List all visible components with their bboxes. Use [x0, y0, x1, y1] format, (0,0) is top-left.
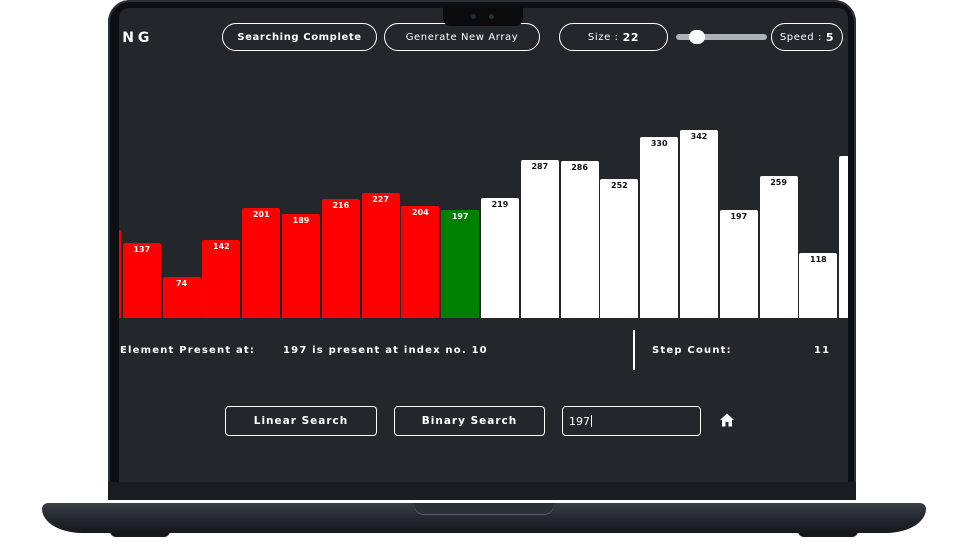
text-caret [591, 415, 592, 427]
array-bar: 118 [799, 253, 838, 318]
bar-value-label: 189 [292, 216, 310, 225]
size-label: Size : [587, 31, 619, 43]
array-bar: 330 [640, 137, 679, 318]
bar-value-label: 216 [332, 201, 350, 210]
speed-label: Speed : [779, 31, 822, 43]
element-present-value: 197 is present at index no. 10 [283, 345, 488, 356]
size-value: 22 [622, 30, 640, 44]
bar-value-label: 219 [491, 200, 509, 209]
array-bar: 259 [759, 176, 798, 318]
array-bar: 142 [202, 240, 241, 318]
array-bar: 197 [719, 210, 758, 318]
app-logo: ING [119, 30, 154, 46]
laptop-opening-notch [414, 503, 554, 515]
bar-value-label: 201 [252, 210, 270, 219]
array-bar: 137 [122, 243, 161, 318]
bar-value-label: 74 [176, 279, 188, 288]
array-bar: 252 [600, 179, 639, 318]
laptop-foot [798, 531, 858, 537]
bar-value-label: 142 [213, 242, 230, 251]
app-screen: ING Searching Complete Generate New Arra… [119, 8, 848, 482]
laptop-foot [110, 531, 170, 537]
bar-value-label: 197 [730, 212, 748, 221]
bar-value-label: 287 [531, 162, 549, 171]
size-slider-thumb[interactable] [689, 30, 705, 44]
bar-value-label: 342 [690, 132, 708, 141]
search-input[interactable]: 197 [562, 406, 701, 436]
bar-value-label: 330 [650, 139, 668, 148]
element-present-label: Element Present at: [120, 345, 256, 356]
array-bar [119, 230, 121, 318]
array-bar: 342 [680, 130, 718, 318]
array-bar: 201 [242, 208, 281, 318]
size-display: Size : 22 [559, 23, 668, 51]
array-bar: 227 [361, 193, 400, 318]
speed-display[interactable]: Speed : 5 [771, 23, 843, 51]
camera-notch [443, 6, 523, 26]
array-bar: 204 [401, 206, 440, 318]
linear-search-button[interactable]: Linear Search [225, 406, 377, 436]
search-input-value: 197 [569, 414, 590, 428]
bar-value-label: 137 [133, 245, 151, 254]
bar-value-label: 197 [451, 212, 469, 221]
array-bar [839, 156, 848, 318]
bar-value-label: 259 [770, 178, 787, 187]
camera-light-icon [489, 14, 494, 19]
array-bar: 219 [481, 198, 519, 318]
binary-search-button[interactable]: Binary Search [394, 406, 545, 436]
generate-array-button[interactable]: Generate New Array [384, 23, 540, 51]
array-bar: 216 [321, 199, 360, 318]
bar-value-label: 227 [372, 195, 389, 204]
speed-value: 5 [825, 30, 835, 44]
array-bar: 197 [441, 210, 480, 318]
array-bar: 286 [560, 161, 599, 318]
bar-value-label: 204 [412, 208, 429, 217]
laptop-chin [108, 482, 856, 500]
bar-value-label: 118 [810, 255, 827, 264]
home-icon[interactable] [719, 412, 735, 428]
step-count-label: Step Count: [652, 345, 732, 356]
array-bar: 287 [520, 160, 559, 318]
camera-icon [471, 14, 476, 19]
array-bar: 74 [162, 277, 201, 318]
info-divider [633, 330, 635, 370]
step-count-value: 11 [814, 345, 831, 356]
bar-value-label: 252 [611, 181, 628, 190]
bar-value-label: 286 [571, 163, 588, 172]
array-bar: 189 [282, 214, 320, 318]
status-button[interactable]: Searching Complete [222, 23, 377, 51]
